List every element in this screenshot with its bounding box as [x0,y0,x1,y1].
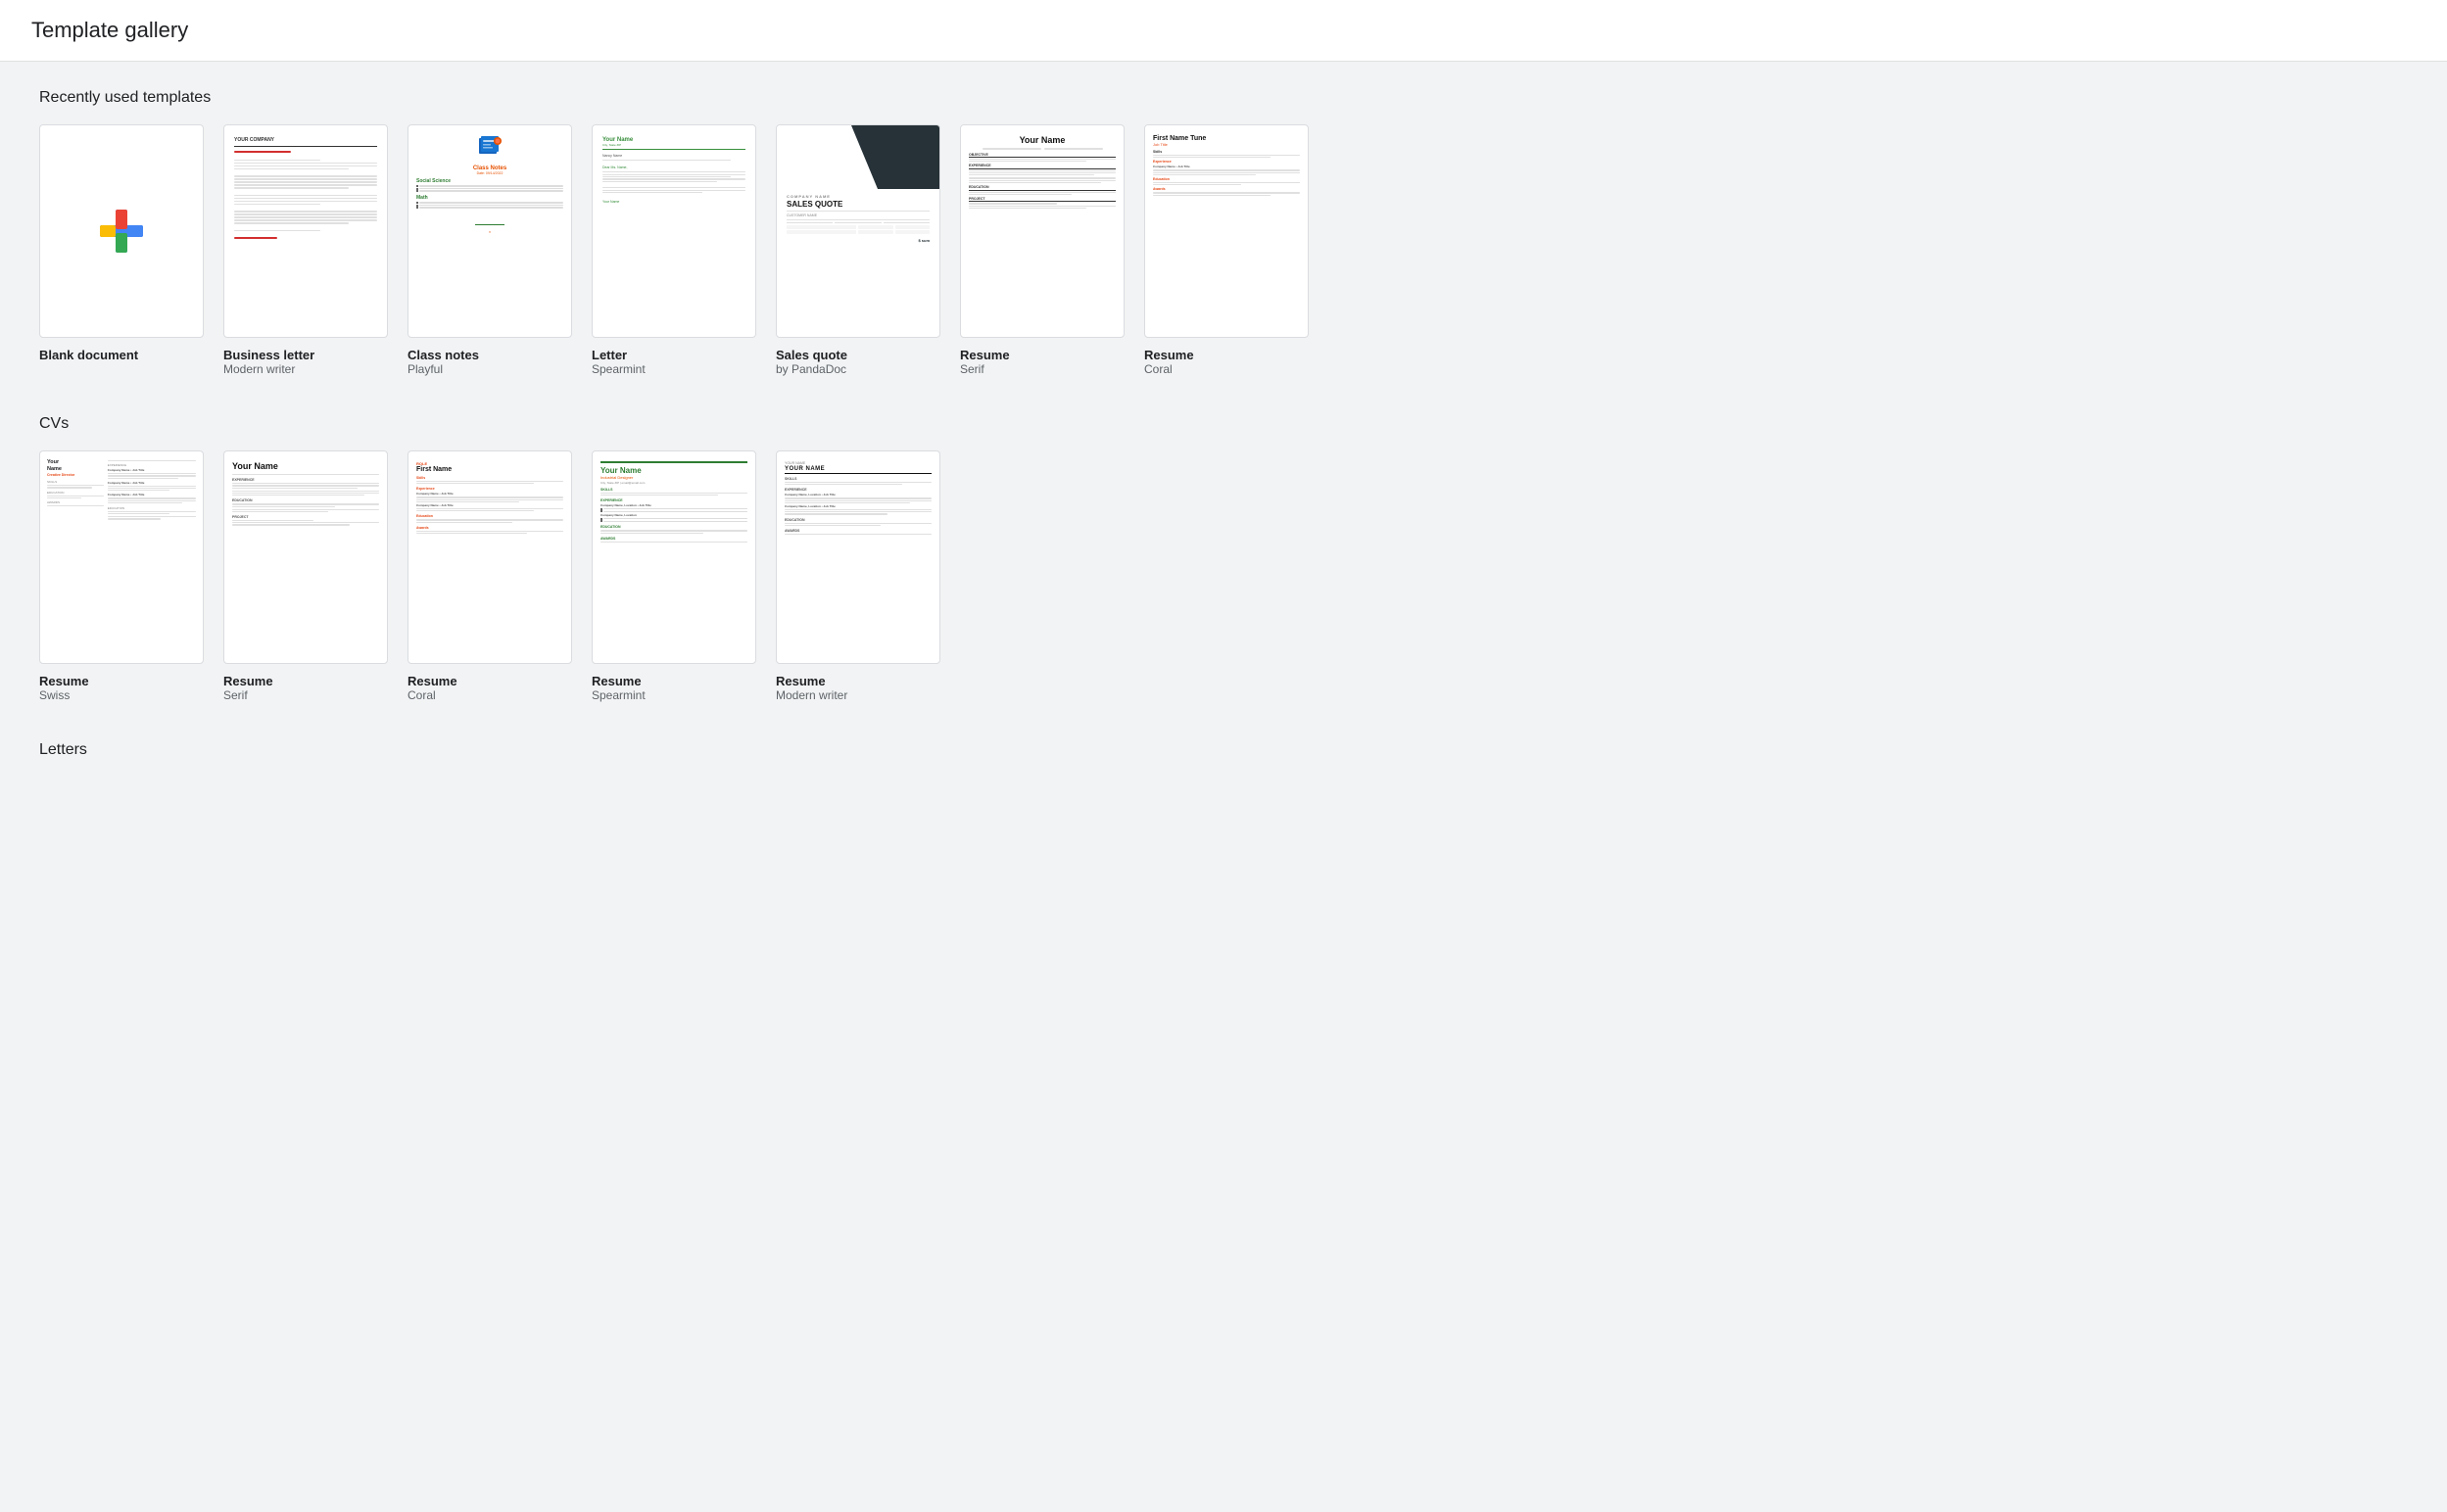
template-sublabel-resume-serif: Serif [960,362,984,376]
template-thumb-blank[interactable] [39,124,204,338]
template-label-blank: Blank document [39,348,138,362]
cv-serif-preview: Your Name EXPERIENCE EDUCATION [224,451,387,663]
template-thumb-cv-serif[interactable]: Your Name EXPERIENCE EDUCATION [223,450,388,664]
template-label-resume-serif: Resume [960,348,1010,362]
cv-spearmint-preview: Your Name Industrial Designer City, Stat… [593,451,755,663]
cv-swiss-preview: YourName Creative Director Skills Educat… [40,451,203,663]
class-notes-preview: Class Notes Date: 09/14/2022 Social Scie… [408,125,571,337]
template-label-cv-modern: Resume [776,674,826,688]
template-sales-quote[interactable]: COMPANY NAME SALES QUOTE CUSTOMER NAME [776,124,940,376]
template-thumb-cv-coral[interactable]: ROLE First Name Skills Experience Compan… [408,450,572,664]
template-sublabel-cv-modern: Modern writer [776,688,847,702]
template-resume-coral[interactable]: First Name Tune Job Title Skills Experie… [1144,124,1309,376]
template-thumb-cv-spearmint[interactable]: Your Name Industrial Designer City, Stat… [592,450,756,664]
main-content: Recently used templates Blank document [0,62,2447,822]
template-label-cv-spearmint: Resume [592,674,642,688]
cvs-title: CVs [39,415,2408,433]
business-letter-preview: YOUR COMPANY [224,125,387,337]
template-letter[interactable]: Your Name City, State ZIP Nancy Name Dea… [592,124,756,376]
template-label-business-letter: Business letter [223,348,314,362]
template-label-cv-swiss: Resume [39,674,89,688]
template-thumb-cv-modern[interactable]: YOUR NAME YOUR NAME Skills Experience Co… [776,450,940,664]
template-thumb-resume-coral[interactable]: First Name Tune Job Title Skills Experie… [1144,124,1309,338]
resume-coral-preview: First Name Tune Job Title Skills Experie… [1145,125,1308,337]
page-header: Template gallery [0,0,2447,62]
template-sublabel-cv-coral: Coral [408,688,436,702]
template-sublabel-sales-quote: by PandaDoc [776,362,846,376]
template-sublabel-cv-serif: Serif [223,688,248,702]
template-label-cv-coral: Resume [408,674,457,688]
cv-modern-preview: YOUR NAME YOUR NAME Skills Experience Co… [777,451,939,663]
template-thumb-resume-serif[interactable]: Your Name Objective Experience [960,124,1125,338]
template-cv-coral[interactable]: ROLE First Name Skills Experience Compan… [408,450,572,702]
template-sublabel-business-letter: Modern writer [223,362,295,376]
template-blank[interactable]: Blank document [39,124,204,376]
template-sublabel-cv-spearmint: Spearmint [592,688,646,702]
template-label-cv-serif: Resume [223,674,273,688]
template-cv-modern[interactable]: YOUR NAME YOUR NAME Skills Experience Co… [776,450,940,702]
letter-preview: Your Name City, State ZIP Nancy Name Dea… [593,125,755,337]
page-title: Template gallery [31,18,2416,43]
recently-used-grid: Blank document YOUR COMPANY [39,124,2408,376]
template-label-class-notes: Class notes [408,348,479,362]
letters-title: Letters [39,741,2408,759]
template-label-resume-coral: Resume [1144,348,1194,362]
template-cv-spearmint[interactable]: Your Name Industrial Designer City, Stat… [592,450,756,702]
google-plus-icon [94,204,149,259]
template-sublabel-letter: Spearmint [592,362,646,376]
template-thumb-class-notes[interactable]: Class Notes Date: 09/14/2022 Social Scie… [408,124,572,338]
template-cv-swiss[interactable]: YourName Creative Director Skills Educat… [39,450,204,702]
resume-serif-preview: Your Name Objective Experience [961,125,1124,337]
template-thumb-sales-quote[interactable]: COMPANY NAME SALES QUOTE CUSTOMER NAME [776,124,940,338]
template-thumb-business-letter[interactable]: YOUR COMPANY [223,124,388,338]
recently-used-title: Recently used templates [39,89,2408,107]
template-sublabel-cv-swiss: Swiss [39,688,70,702]
template-business-letter[interactable]: YOUR COMPANY [223,124,388,376]
cv-coral-preview: ROLE First Name Skills Experience Compan… [408,451,571,663]
template-resume-serif[interactable]: Your Name Objective Experience [960,124,1125,376]
template-sublabel-resume-coral: Coral [1144,362,1173,376]
recently-used-section: Recently used templates Blank document [39,89,2408,376]
template-thumb-cv-swiss[interactable]: YourName Creative Director Skills Educat… [39,450,204,664]
template-label-sales-quote: Sales quote [776,348,847,362]
template-sublabel-class-notes: Playful [408,362,443,376]
letters-section: Letters [39,741,2408,759]
template-thumb-letter[interactable]: Your Name City, State ZIP Nancy Name Dea… [592,124,756,338]
cvs-grid: YourName Creative Director Skills Educat… [39,450,2408,702]
template-label-letter: Letter [592,348,627,362]
template-class-notes[interactable]: Class Notes Date: 09/14/2022 Social Scie… [408,124,572,376]
cvs-section: CVs YourName Creative Director Skills Ed… [39,415,2408,702]
template-cv-serif[interactable]: Your Name EXPERIENCE EDUCATION [223,450,388,702]
